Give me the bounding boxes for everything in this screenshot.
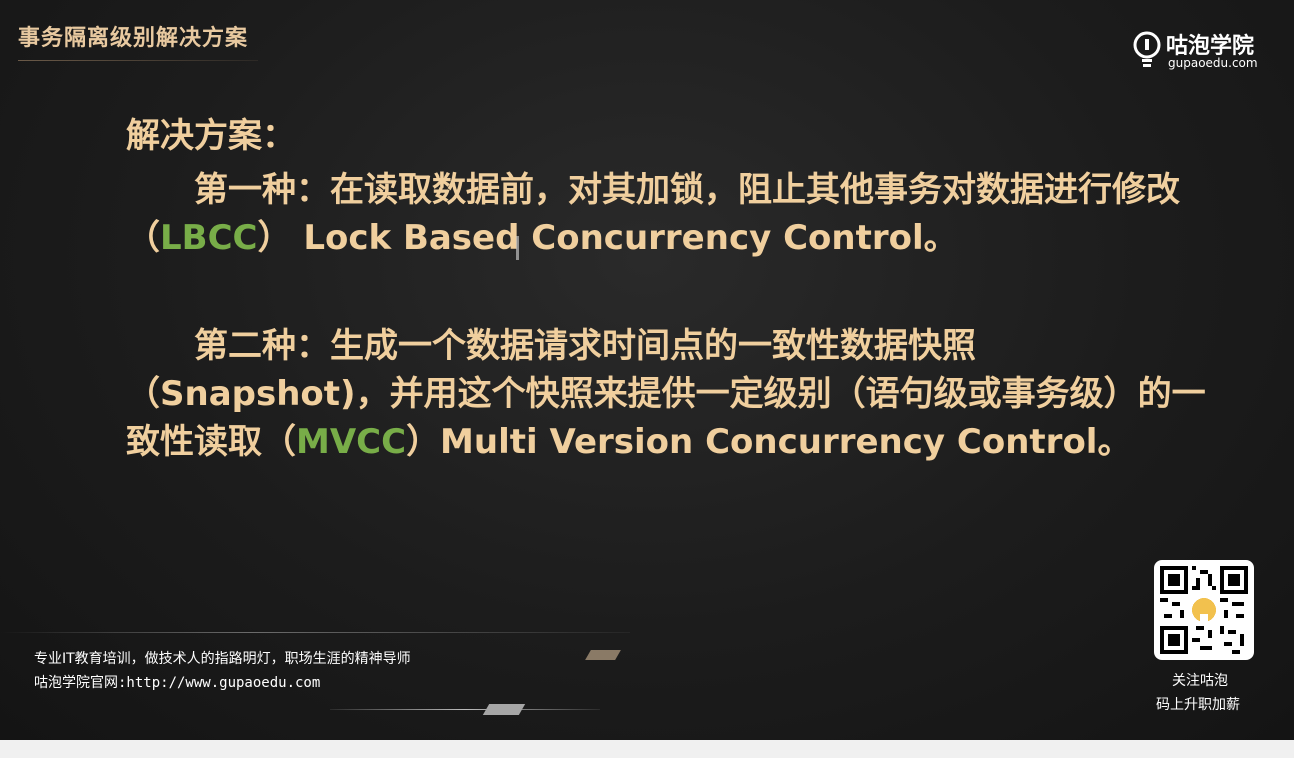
- footer-decoration-bar: [585, 650, 621, 660]
- footer-divider-top: [0, 632, 630, 633]
- qr-code-icon: [1160, 566, 1248, 654]
- slide-header-title: 事务隔离级别解决方案: [18, 26, 249, 51]
- brand-logo: 咕泡学院 gupaoedu.com: [1130, 28, 1280, 74]
- mvcc-acronym: MVCC: [296, 422, 407, 462]
- solution-one-suffix: ） Lock Based Concurrency Control。: [257, 218, 958, 258]
- footer-website: 咕泡学院官网:http://www.gupaoedu.com: [34, 675, 321, 691]
- solution-two-paragraph: 第二种：生成一个数据请求时间点的一致性数据快照（Snapshot)，并用这个快照…: [126, 322, 1206, 466]
- footer-tagline: 专业IT教育培训，做技术人的指路明灯，职场生涯的精神导师: [34, 651, 411, 667]
- brand-url: gupaoedu.com: [1168, 56, 1258, 70]
- slide-content: 解决方案： 第一种：在读取数据前，对其加锁，阻止其他事务对数据进行修改（LBCC…: [126, 112, 1206, 466]
- slide: 事务隔离级别解决方案 咕泡学院 gupaoedu.com 解决方案： 第一种：在…: [0, 0, 1294, 740]
- qr-caption-follow: 关注咕泡: [1172, 673, 1228, 689]
- window-bottom-strip: [0, 740, 1294, 758]
- solution-heading: 解决方案：: [126, 116, 296, 156]
- solution-one-paragraph: 第一种：在读取数据前，对其加锁，阻止其他事务对数据进行修改（LBCC） Lock…: [126, 166, 1206, 262]
- qr-code: [1154, 560, 1254, 660]
- solution-two-suffix: ）Multi Version Concurrency Control。: [406, 422, 1132, 462]
- footer-divider-bottom: [330, 709, 600, 710]
- header-divider: [18, 60, 258, 61]
- footer-decoration-bar-bottom: [482, 704, 526, 715]
- qr-caption-promo: 码上升职加薪: [1156, 697, 1240, 713]
- lbcc-acronym: LBCC: [160, 218, 258, 258]
- lightbulb-icon: [1133, 31, 1161, 67]
- text-cursor: [516, 236, 519, 260]
